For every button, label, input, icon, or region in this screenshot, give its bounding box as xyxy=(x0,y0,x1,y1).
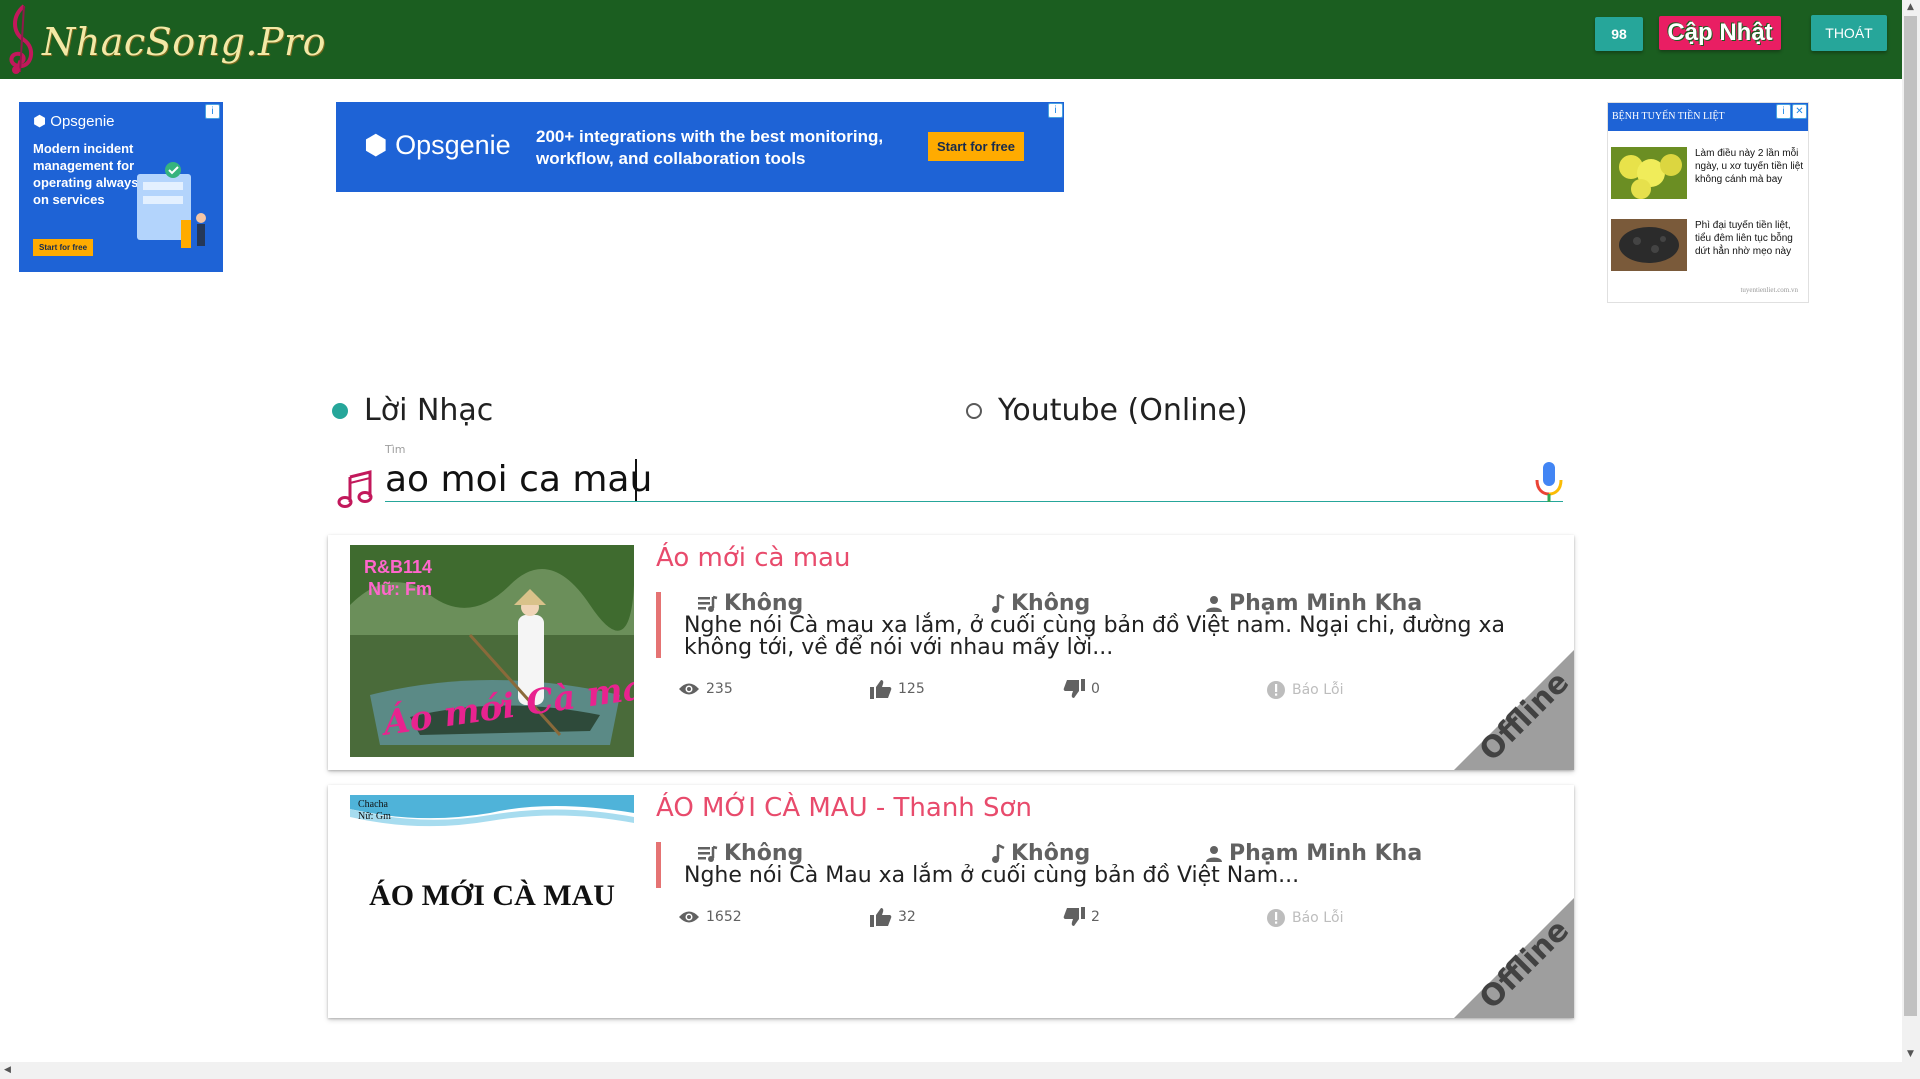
site-logo[interactable]: NhacSong.Pro xyxy=(2,2,326,78)
report-label: Báo Lỗi xyxy=(1292,910,1344,926)
ad-cta-button[interactable]: Start for free xyxy=(928,132,1025,161)
dislike-button[interactable]: 0 xyxy=(1063,679,1100,699)
exit-button[interactable]: THOÁT xyxy=(1811,15,1887,51)
report-label: Báo Lỗi xyxy=(1292,682,1344,698)
radio-label: Youtube (Online) xyxy=(998,393,1248,428)
ad-banner-left[interactable]: ⬢ Opsgenie Modern incident management fo… xyxy=(19,102,223,272)
report-error-button[interactable]: Báo Lỗi xyxy=(1266,680,1343,700)
thumb-tag: Nữ: Gm xyxy=(358,811,391,822)
ad-item-thumbnail xyxy=(1611,219,1687,271)
ad-item[interactable]: Làm điều này 2 lần mỗi ngày, u xơ tuyến … xyxy=(1611,147,1805,203)
radio-label: Lời Nhạc xyxy=(364,393,494,428)
result-card[interactable]: Chacha Nữ: Gm ÁO MỚI CÀ MAU ÁO MỚI CÀ MA… xyxy=(328,785,1574,1018)
dislike-button[interactable]: 2 xyxy=(1063,907,1100,927)
ad-banner-top[interactable]: ⬢ Opsgenie 200+ integrations with the be… xyxy=(336,102,1064,192)
horizontal-scrollbar[interactable] xyxy=(0,1062,1902,1079)
like-button[interactable]: 32 xyxy=(870,907,916,927)
lyrics-excerpt: Nghe nói Cà Mau xa lắm ở cuối cùng bản đ… xyxy=(684,863,1300,888)
opsgenie-logo-icon: ⬢ xyxy=(33,113,47,130)
person-icon xyxy=(1206,845,1222,862)
microphone-icon[interactable] xyxy=(1533,460,1565,504)
dislikes-value: 0 xyxy=(1091,681,1100,697)
view-count: 235 xyxy=(678,681,733,697)
person-icon xyxy=(1206,595,1222,612)
report-error-button[interactable]: Báo Lỗi xyxy=(1266,908,1343,928)
radio-lyrics[interactable]: Lời Nhạc xyxy=(332,393,493,428)
alert-icon xyxy=(1267,681,1285,699)
ad-info-icon[interactable]: i xyxy=(205,104,220,119)
views-value: 1652 xyxy=(706,909,742,925)
ad-brand: ⬢ Opsgenie xyxy=(33,112,115,130)
treble-clef-icon xyxy=(9,4,34,74)
ad-brand: ⬢ Opsgenie xyxy=(364,130,511,161)
thumb-down-icon xyxy=(1063,907,1085,926)
alert-icon xyxy=(1267,909,1285,927)
views-value: 235 xyxy=(706,681,733,697)
likes-value: 125 xyxy=(898,681,925,697)
opsgenie-logo-icon: ⬢ xyxy=(364,130,388,160)
like-button[interactable]: 125 xyxy=(870,679,925,699)
ad-info-icon[interactable]: i xyxy=(1048,103,1063,118)
radio-unchecked-icon xyxy=(966,402,982,419)
scroll-left-arrow-icon[interactable]: ◀ xyxy=(4,1065,11,1075)
scroll-down-arrow-icon[interactable]: ▼ xyxy=(1907,1049,1914,1059)
ad-illustration-icon xyxy=(137,162,206,248)
search-label: Tìm xyxy=(385,443,406,456)
song-thumbnail[interactable]: R&B114 Nữ: Fm Áo mới Cà mau xyxy=(350,545,634,757)
likes-value: 32 xyxy=(898,909,916,925)
ad-brand-text: Opsgenie xyxy=(50,113,115,130)
ad-cta-button[interactable]: Start for free xyxy=(33,239,94,256)
dislikes-value: 2 xyxy=(1091,909,1100,925)
playlist-icon xyxy=(698,595,718,612)
thumb-up-icon xyxy=(870,680,892,699)
ad-item-text: Làm điều này 2 lần mỗi ngày, u xơ tuyến … xyxy=(1695,148,1804,185)
thumb-tag: R&B114 xyxy=(364,557,432,577)
song-thumbnail[interactable]: Chacha Nữ: Gm ÁO MỚI CÀ MAU xyxy=(350,795,634,1007)
lyrics-excerpt: Nghe nói Cà mau xa lắm, ở cuối cùng bản … xyxy=(684,613,1505,660)
ad-close-icon[interactable]: ✕ xyxy=(1792,104,1807,119)
song-title[interactable]: ÁO MỚI CÀ MAU - Thanh Sơn xyxy=(656,793,1032,823)
radio-youtube[interactable]: Youtube (Online) xyxy=(966,393,1248,428)
update-button[interactable]: Cập Nhật xyxy=(1659,16,1781,50)
music-note-icon xyxy=(992,593,1005,613)
ad-header-text: BỆNH TUYẾN TIỀN LIỆT xyxy=(1612,111,1725,122)
music-note-icon xyxy=(992,843,1005,863)
thumb-tag: Chacha xyxy=(358,799,389,810)
view-count: 1652 xyxy=(678,909,742,925)
thumb-down-icon xyxy=(1063,679,1085,698)
top-app-bar: NhacSong.Pro 98 Cập Nhật THOÁT xyxy=(0,0,1902,79)
result-card[interactable]: R&B114 Nữ: Fm Áo mới Cà mau Áo mới cà ma… xyxy=(328,535,1574,770)
eye-icon xyxy=(679,683,699,695)
ad-source: tuyentienliet.com.vn xyxy=(1740,286,1798,294)
offline-badge: Offline xyxy=(1454,898,1574,1018)
eye-icon xyxy=(679,911,699,923)
offline-badge: Offline xyxy=(1454,650,1574,770)
thumb-tag: Nữ: Fm xyxy=(368,579,432,599)
thumb-up-icon xyxy=(870,908,892,927)
logo-text: NhacSong.Pro xyxy=(42,20,327,64)
ad-text: Modern incident management for operating… xyxy=(33,141,143,207)
vertical-scrollbar-thumb[interactable] xyxy=(1904,16,1917,1016)
ad-item[interactable]: Phì đại tuyến tiền liệt, tiểu đêm liên t… xyxy=(1611,219,1805,275)
playlist-icon xyxy=(698,845,718,862)
radio-checked-icon xyxy=(332,402,348,419)
song-title[interactable]: Áo mới cà mau xyxy=(656,543,850,573)
count-badge-button[interactable]: 98 xyxy=(1595,17,1643,51)
ad-brand-text: Opsgenie xyxy=(395,130,511,160)
thumb-caption: ÁO MỚI CÀ MAU xyxy=(369,879,615,912)
text-caret xyxy=(635,459,637,501)
search-input[interactable] xyxy=(385,457,1563,502)
excerpt-accent-bar xyxy=(656,592,661,658)
ad-info-icon[interactable]: i xyxy=(1776,104,1791,119)
ad-text: 200+ integrations with the best monitori… xyxy=(536,127,884,168)
ad-banner-right[interactable]: BỆNH TUYẾN TIỀN LIỆT i ✕ Làm điều này 2 … xyxy=(1607,102,1809,303)
music-note-icon xyxy=(337,470,373,508)
ad-item-thumbnail xyxy=(1611,147,1687,199)
excerpt-accent-bar xyxy=(656,842,661,888)
ad-item-text: Phì đại tuyến tiền liệt, tiểu đêm liên t… xyxy=(1695,220,1793,257)
scroll-up-arrow-icon[interactable]: ▲ xyxy=(1907,2,1914,12)
